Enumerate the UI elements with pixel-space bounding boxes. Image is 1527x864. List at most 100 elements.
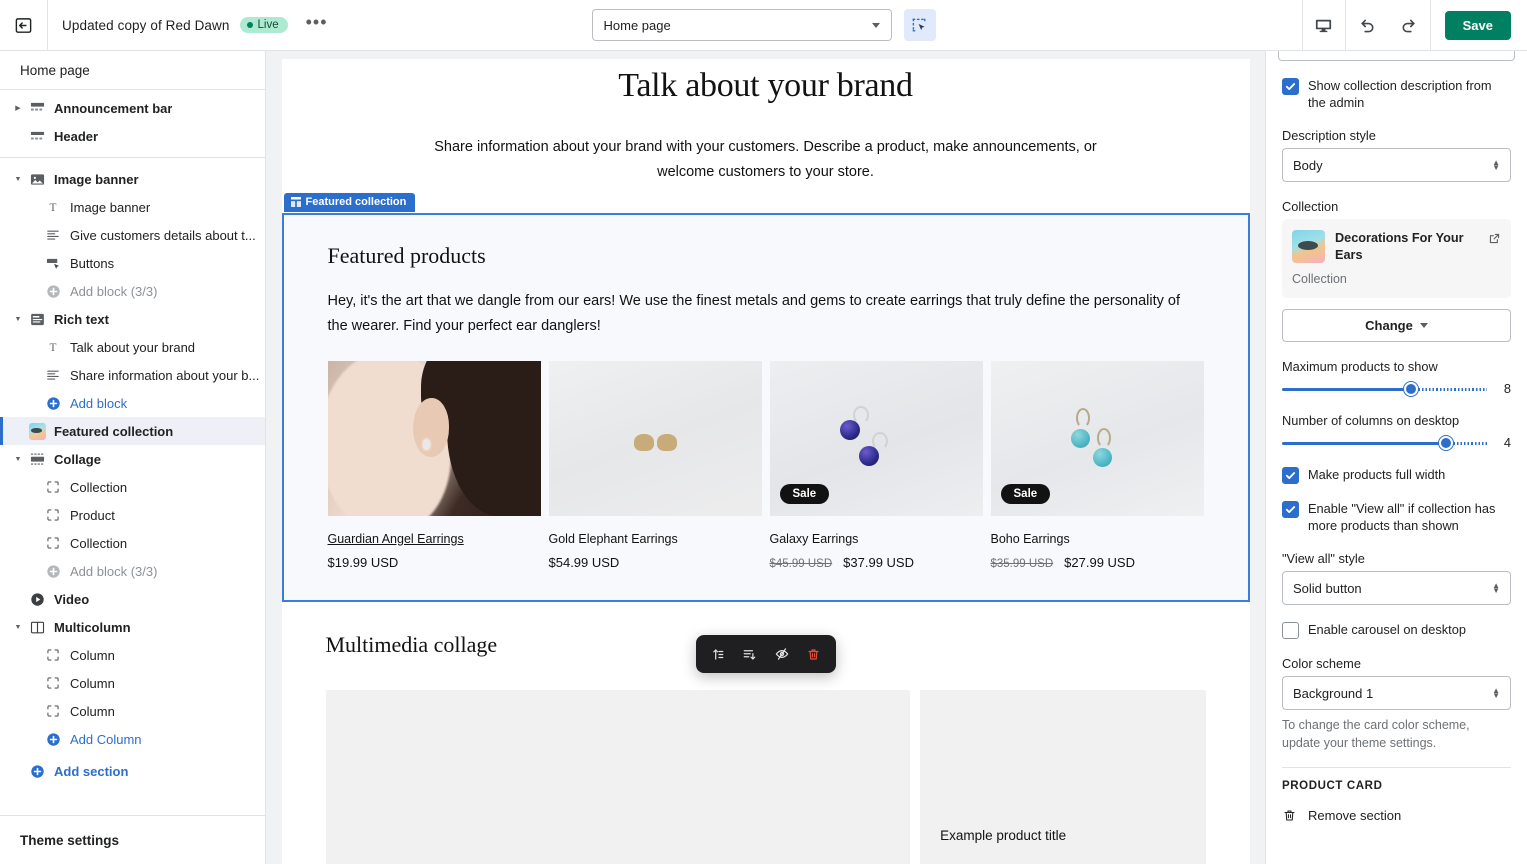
change-collection-button[interactable]: Change — [1282, 309, 1511, 342]
sidebar-item-product[interactable]: Product — [0, 501, 265, 529]
view-all-checkbox-row[interactable]: Enable "View all" if collection has more… — [1282, 500, 1511, 534]
sidebar-item-collection[interactable]: Collection — [0, 529, 265, 557]
save-button[interactable]: Save — [1444, 10, 1511, 40]
full-width-checkbox-row[interactable]: Make products full width — [1282, 466, 1511, 484]
theme-editor: Updated copy of Red Dawn Live ••• Home p… — [0, 0, 1527, 864]
carousel-checkbox[interactable] — [1282, 622, 1299, 639]
sidebar-item-image-banner[interactable]: ▼ Image banner — [0, 165, 265, 193]
sidebar-item-collection[interactable]: Collection — [0, 473, 265, 501]
sidebar-item-add-section[interactable]: ▶Add section — [0, 757, 265, 785]
sidebar-item-give-customers-details-about-t[interactable]: Give customers details about t... — [0, 221, 265, 249]
rich-text-body: Share information about your brand with … — [434, 139, 1097, 180]
product-image[interactable] — [327, 361, 541, 516]
collage-item-large[interactable] — [325, 690, 911, 864]
preview-canvas: Talk about your brand Share information … — [266, 51, 1265, 864]
carousel-checkbox-row[interactable]: Enable carousel on desktop — [1282, 621, 1511, 639]
columns-slider[interactable] — [1282, 435, 1487, 450]
product-title[interactable]: Galaxy Earrings — [770, 532, 983, 546]
desktop-icon[interactable] — [1303, 0, 1345, 50]
sidebar-item-rich-text[interactable]: ▼ Rich text — [0, 305, 265, 333]
collection-label: Collection — [1282, 199, 1339, 214]
product-image[interactable]: Sale — [769, 361, 983, 516]
scrolled-control-remnant — [1278, 51, 1515, 61]
chevron-down-icon[interactable]: ▼ — [10, 456, 26, 463]
description-style-select[interactable]: Body ▲ ▼ — [1282, 148, 1511, 182]
sidebar-item-column[interactable]: Column — [0, 697, 265, 725]
live-dot-icon — [246, 22, 253, 28]
sidebar-item-announcement-bar[interactable]: ▶ Announcement bar — [0, 94, 265, 122]
color-scheme-select[interactable]: Background 1 ▲ ▼ — [1282, 676, 1511, 710]
featured-collection-section[interactable]: Featured products Hey, it's the art that… — [281, 213, 1250, 602]
product-title[interactable]: Guardian Angel Earrings — [328, 532, 541, 546]
product-image[interactable]: Sale — [990, 361, 1204, 516]
move-down-icon[interactable] — [736, 641, 764, 667]
product-price-row: $45.99 USD $37.99 USD — [770, 555, 983, 570]
section-label-tab[interactable]: Featured collection — [283, 193, 416, 212]
product-price: $19.99 USD — [327, 555, 399, 570]
button-icon — [42, 256, 64, 271]
sidebar-item-label: Buttons — [70, 255, 115, 271]
product-card[interactable]: Sale Galaxy Earrings $45.99 USD $37.99 USD — [769, 361, 983, 570]
hide-eye-icon[interactable] — [768, 641, 796, 667]
exit-icon[interactable] — [0, 0, 48, 50]
move-up-icon[interactable] — [704, 641, 732, 667]
show-description-checkbox-row[interactable]: Show collection description from the adm… — [1282, 77, 1511, 111]
show-description-checkbox[interactable] — [1282, 78, 1299, 95]
editor-body: Home page ▶ Announcement bar ▶Header ▼ Image… — [0, 51, 1527, 864]
placeholder-icon — [42, 536, 64, 550]
sidebar-item-featured-collection[interactable]: ▶Featured collection — [0, 417, 265, 445]
sidebar-item-label: Give customers details about t... — [70, 227, 256, 243]
sidebar-item-label: Collection — [70, 479, 128, 495]
product-card[interactable]: Gold Elephant Earrings $54.99 USD — [548, 361, 762, 570]
view-all-checkbox[interactable] — [1282, 501, 1299, 518]
product-image[interactable] — [548, 361, 762, 516]
sidebar-item-label: Rich text — [54, 311, 109, 327]
sidebar-item-share-information-about-your-b[interactable]: Share information about your b... — [0, 361, 265, 389]
trash-icon — [1284, 810, 1295, 821]
change-collection-label: Change — [1365, 318, 1413, 333]
inspector-icon[interactable] — [903, 9, 936, 41]
product-title[interactable]: Gold Elephant Earrings — [549, 532, 762, 546]
view-all-style-select[interactable]: Solid button ▲ ▼ — [1282, 571, 1511, 605]
sidebar-item-add-block-3-3[interactable]: Add block (3/3) — [0, 557, 265, 585]
sidebar-item-buttons[interactable]: Buttons — [0, 249, 265, 277]
sidebar-item-header[interactable]: ▶Header — [0, 122, 265, 150]
sidebar-item-video[interactable]: ▶Video — [0, 585, 265, 613]
chevron-down-icon[interactable]: ▼ — [10, 624, 26, 631]
undo-icon[interactable] — [1346, 0, 1388, 50]
chevron-right-icon[interactable]: ▶ — [10, 104, 26, 112]
sidebar-item-add-block[interactable]: Add block — [0, 389, 265, 417]
collage-item-small[interactable]: Example product title — [920, 690, 1206, 864]
sidebar-item-talk-about-your-brand[interactable]: T Talk about your brand — [0, 333, 265, 361]
product-card[interactable]: Guardian Angel Earrings $19.99 USD — [327, 361, 541, 570]
description-style-value: Body — [1293, 157, 1323, 173]
sidebar-item-column[interactable]: Column — [0, 641, 265, 669]
chevron-down-icon[interactable]: ▼ — [10, 316, 26, 323]
placeholder-icon — [42, 648, 64, 662]
redo-icon[interactable] — [1388, 0, 1430, 50]
page-selector[interactable]: Home page — [591, 9, 892, 41]
sidebar-item-multicolumn[interactable]: ▼ Multicolumn — [0, 613, 265, 641]
sidebar-item-label: Add section — [54, 763, 129, 779]
rich-text-section[interactable]: Talk about your brand Share information … — [282, 59, 1250, 205]
external-link-icon[interactable] — [1488, 230, 1501, 248]
sidebar-item-add-column[interactable]: Add Column — [0, 725, 265, 753]
placeholder-icon — [42, 508, 64, 522]
sidebar-item-add-block-3-3[interactable]: Add block (3/3) — [0, 277, 265, 305]
product-title[interactable]: Boho Earrings — [991, 532, 1204, 546]
sidebar-item-label: Video — [54, 591, 90, 607]
max-products-slider[interactable] — [1282, 381, 1487, 396]
sidebar-item-column[interactable]: Column — [0, 669, 265, 697]
full-width-checkbox[interactable] — [1282, 467, 1299, 484]
sidebar-item-label: Header — [54, 128, 99, 144]
sidebar-item-image-banner[interactable]: T Image banner — [0, 193, 265, 221]
theme-settings-button[interactable]: Theme settings — [0, 815, 265, 864]
collection-thumb-icon — [26, 422, 48, 440]
sidebar-item-label: Product — [70, 507, 115, 523]
remove-section-button[interactable]: Remove section — [1282, 808, 1511, 823]
chevron-down-icon[interactable]: ▼ — [10, 176, 26, 183]
delete-icon[interactable] — [800, 641, 828, 667]
product-card[interactable]: Sale Boho Earrings $35.99 USD $27.99 USD — [990, 361, 1204, 570]
sidebar-item-collage[interactable]: ▼ Collage — [0, 445, 265, 473]
more-actions-button[interactable]: ••• — [298, 13, 336, 37]
